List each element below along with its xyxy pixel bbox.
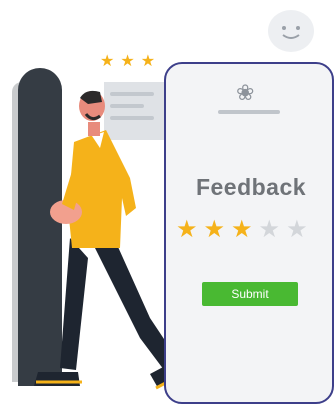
happy-face-icon <box>268 10 314 52</box>
feedback-title: Feedback <box>195 174 307 200</box>
top-stars: ★ ★ ★ <box>100 54 155 70</box>
star-icon: ★ <box>120 53 135 70</box>
feedback-card: ❀ Feedback ★ ★ ★ ★ ★ Submit <box>164 62 334 404</box>
logo-icon: ❀ <box>236 80 255 105</box>
rating-stars[interactable]: ★ ★ ★ ★ ★ <box>176 218 308 242</box>
submit-button[interactable]: Submit <box>202 282 298 306</box>
star-filled-icon[interactable]: ★ <box>176 218 198 242</box>
header-divider <box>218 110 280 114</box>
star-icon: ★ <box>100 53 115 70</box>
star-filled-icon[interactable]: ★ <box>231 218 253 242</box>
star-empty-icon[interactable]: ★ <box>259 218 281 242</box>
star-empty-icon[interactable]: ★ <box>286 218 308 242</box>
star-icon: ★ <box>140 53 156 70</box>
star-filled-icon[interactable]: ★ <box>204 218 226 242</box>
